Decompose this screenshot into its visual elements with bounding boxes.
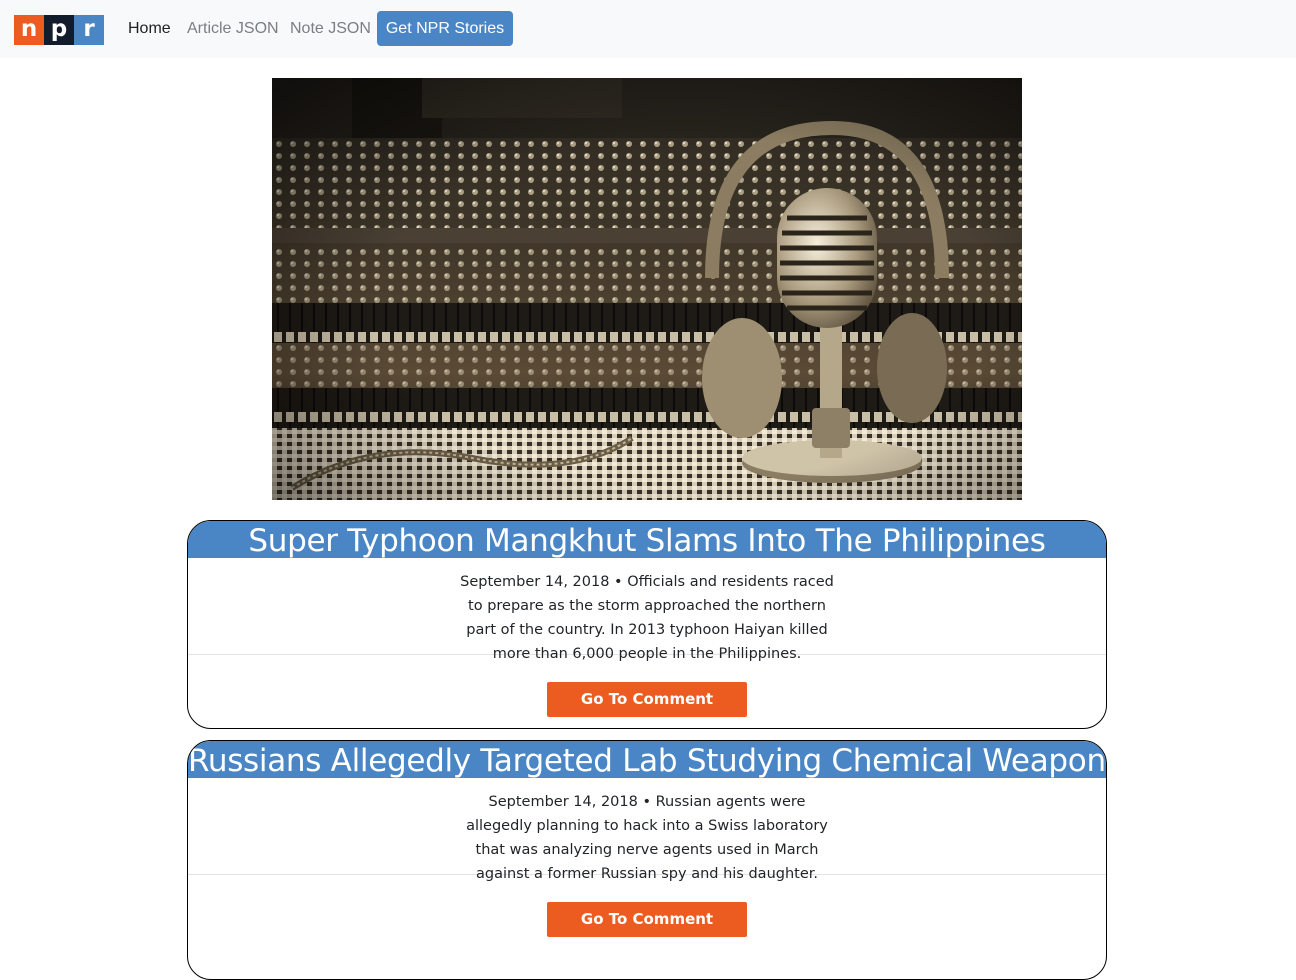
npr-logo[interactable]: n p r [14, 15, 104, 45]
story-card: Super Typhoon Mangkhut Slams Into The Ph… [187, 520, 1107, 729]
story-description: September 14, 2018 • Russian agents were… [466, 794, 828, 882]
story-footer: Go To Comment Section [188, 875, 1106, 963]
logo-letter-n: n [14, 15, 44, 45]
story-title: Russians Allegedly Targeted Lab Studying… [188, 741, 1106, 778]
go-to-comment-section-button[interactable]: Go To Comment Section [547, 682, 747, 728]
logo-letter-r: r [74, 15, 104, 45]
story-body: September 14, 2018 • Officials and resid… [188, 558, 1106, 662]
story-description: September 14, 2018 • Officials and resid… [460, 574, 834, 662]
hero-image [272, 78, 1022, 500]
go-to-comment-section-button[interactable]: Go To Comment Section [547, 902, 747, 963]
nav-link-note-json[interactable]: Note JSON [290, 20, 371, 38]
story-footer: Go To Comment Section [188, 655, 1106, 728]
logo-letter-p: p [44, 15, 74, 45]
nav-link-home[interactable]: Home [128, 20, 171, 38]
navbar: n p r Home Article JSON Note JSON Get NP… [0, 0, 1296, 58]
studio-microphone-image [272, 78, 1022, 500]
story-body: September 14, 2018 • Russian agents were… [188, 778, 1106, 882]
nav-link-article-json[interactable]: Article JSON [187, 20, 279, 38]
story-card: Russians Allegedly Targeted Lab Studying… [187, 740, 1107, 980]
get-npr-stories-button[interactable]: Get NPR Stories [377, 11, 513, 46]
story-title: Super Typhoon Mangkhut Slams Into The Ph… [188, 521, 1106, 558]
